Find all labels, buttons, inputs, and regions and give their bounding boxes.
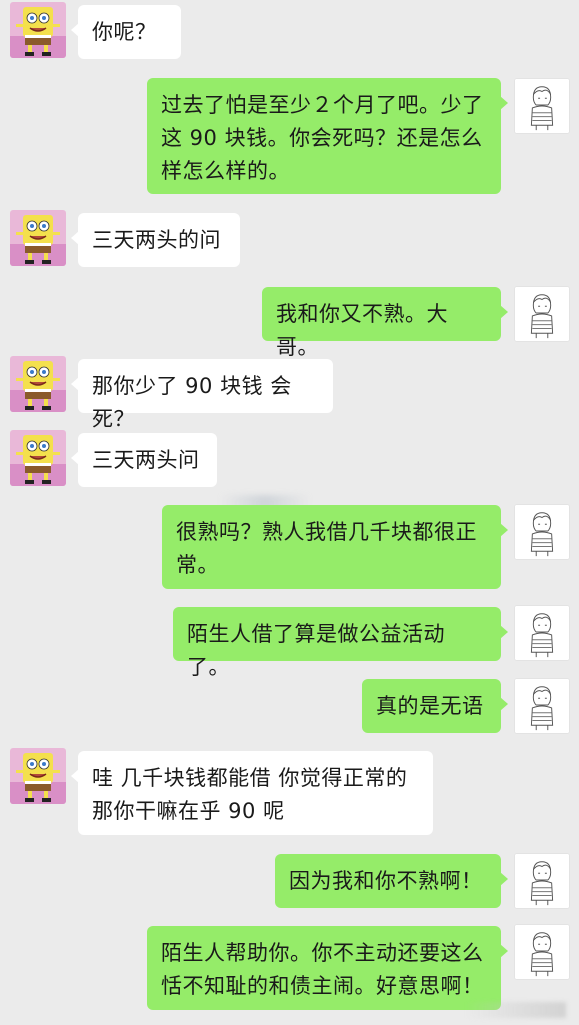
sketch-boy-avatar-icon bbox=[515, 925, 569, 979]
spongebob-avatar-icon bbox=[10, 430, 66, 486]
sketch-boy-avatar-icon bbox=[515, 854, 569, 908]
sketch-boy-avatar-icon bbox=[515, 679, 569, 733]
message-text: 我和你又不熟。大哥。 bbox=[276, 302, 448, 359]
message-text: 真的是无语 bbox=[376, 694, 484, 718]
sketch-boy-avatar-icon bbox=[515, 79, 569, 133]
message-bubble-received[interactable]: 你呢？ bbox=[71, 5, 181, 59]
message-text: 三天两头的问 bbox=[92, 228, 221, 252]
message-bubble-received[interactable]: 三天两头问 bbox=[71, 433, 217, 487]
message-bubble-sent[interactable]: 陌生人帮助你。你不主动还要这么恬不知耻的和债主闹。好意思啊！ bbox=[147, 926, 508, 1010]
message-bubble-received[interactable]: 那你少了 90 块钱 会死？ bbox=[71, 359, 333, 431]
sketch-boy-avatar-icon bbox=[515, 287, 569, 341]
spongebob-avatar-icon bbox=[10, 2, 66, 58]
message-text: 陌生人帮助你。你不主动还要这么恬不知耻的和债主闹。好意思啊！ bbox=[161, 941, 484, 998]
spongebob-avatar-icon bbox=[10, 748, 66, 804]
contact-avatar[interactable] bbox=[10, 2, 66, 58]
message-bubble-sent[interactable]: 因为我和你不熟啊！ bbox=[275, 854, 508, 908]
message-text: 三天两头问 bbox=[92, 448, 200, 472]
spongebob-avatar-icon bbox=[10, 210, 66, 266]
message-text: 陌生人借了算是做公益活动了。 bbox=[187, 622, 445, 679]
contact-avatar[interactable] bbox=[10, 210, 66, 266]
sketch-boy-avatar-icon bbox=[515, 505, 569, 559]
sketch-boy-avatar-icon bbox=[515, 606, 569, 660]
message-bubble-sent[interactable]: 过去了怕是至少２个月了吧。少了这 90 块钱。你会死吗？还是怎么样怎么样的。 bbox=[147, 78, 508, 194]
contact-avatar[interactable] bbox=[10, 356, 66, 412]
message-bubble-sent[interactable]: 陌生人借了算是做公益活动了。 bbox=[173, 607, 508, 679]
message-bubble-sent[interactable]: 很熟吗？熟人我借几千块都很正常。 bbox=[162, 505, 508, 589]
my-avatar[interactable] bbox=[514, 286, 570, 342]
message-bubble-received[interactable]: 三天两头的问 bbox=[71, 213, 240, 267]
message-text: 过去了怕是至少２个月了吧。少了这 90 块钱。你会死吗？还是怎么样怎么样的。 bbox=[161, 93, 484, 183]
message-bubble-sent[interactable]: 我和你又不熟。大哥。 bbox=[262, 287, 508, 359]
my-avatar[interactable] bbox=[514, 78, 570, 134]
contact-avatar[interactable] bbox=[10, 748, 66, 804]
message-text: 因为我和你不熟啊！ bbox=[289, 869, 483, 893]
message-bubble-received[interactable]: 哇 几千块钱都能借 你觉得正常的那你干嘛在乎 90 呢 bbox=[71, 751, 433, 835]
message-text: 很熟吗？熟人我借几千块都很正常。 bbox=[176, 520, 477, 577]
contact-avatar[interactable] bbox=[10, 430, 66, 486]
my-avatar[interactable] bbox=[514, 504, 570, 560]
message-text: 你呢？ bbox=[92, 20, 157, 44]
my-avatar[interactable] bbox=[514, 605, 570, 661]
watermark bbox=[466, 1002, 566, 1018]
spongebob-avatar-icon bbox=[10, 356, 66, 412]
my-avatar[interactable] bbox=[514, 853, 570, 909]
message-bubble-sent[interactable]: 真的是无语 bbox=[362, 679, 508, 733]
my-avatar[interactable] bbox=[514, 678, 570, 734]
message-text: 那你少了 90 块钱 会死？ bbox=[92, 374, 292, 431]
message-text: 哇 几千块钱都能借 你觉得正常的那你干嘛在乎 90 呢 bbox=[92, 766, 408, 823]
my-avatar[interactable] bbox=[514, 924, 570, 980]
